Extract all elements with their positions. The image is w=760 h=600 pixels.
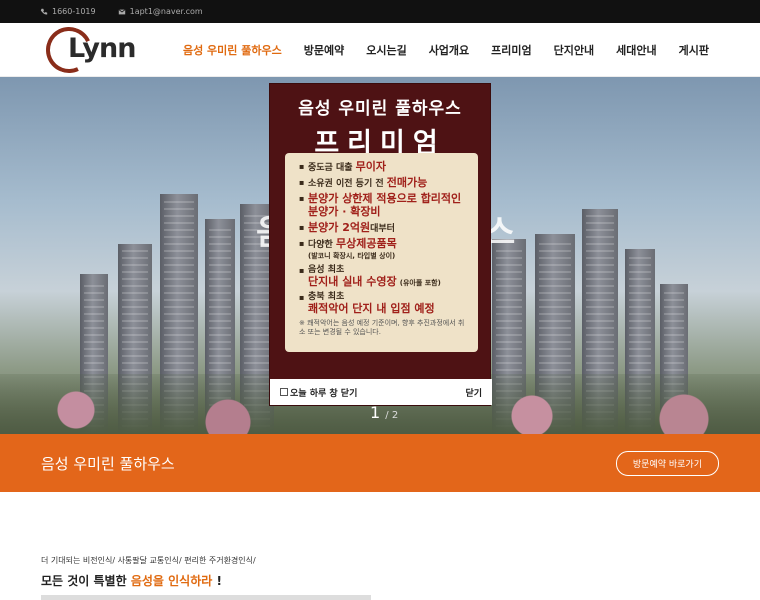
- benefit-item: 충북 최초 쾌적악어 단지 내 입점 예정: [299, 292, 470, 316]
- popup-title: 음성 우미린 풀하우스: [298, 99, 462, 119]
- intro-subtitle: 더 기대되는 비전인식/ 사통팔달 교통인식/ 편리한 주거환경인식/: [41, 556, 256, 565]
- benefit-item: 분양가 2억원대부터: [299, 222, 470, 235]
- orange-banner: 음성 우미린 풀하우스 방문예약 바로가기: [0, 434, 760, 492]
- email-info: 1apt1@naver.com: [118, 7, 203, 16]
- phone-number: 1660-1019: [52, 7, 96, 16]
- benefit-item: 음성 최초 단지내 실내 수영장 (유아풀 포함): [299, 265, 470, 289]
- nav-item-directions[interactable]: 오시는길: [355, 42, 417, 58]
- top-bar: 1660-1019 1apt1@naver.com: [0, 0, 760, 23]
- nav-item-visit[interactable]: 방문예약: [293, 42, 355, 58]
- phone-info: 1660-1019: [40, 7, 96, 16]
- intro-section: 더 기대되는 비전인식/ 사통팔달 교통인식/ 편리한 주거환경인식/ 모든 것…: [41, 555, 721, 600]
- site-logo[interactable]: Lynn: [39, 20, 136, 80]
- intro-image: [41, 595, 371, 600]
- site-header: Lynn 음성 우미린 풀하우스 방문예약 오시는길 사업개요 프리미엄 단지안…: [0, 20, 760, 80]
- popup-benefits-box: 중도금 대출 무이자 소유권 이전 등기 전 전매가능 분양가 상한제 적용으로…: [285, 153, 478, 352]
- nav-item-home[interactable]: 음성 우미린 풀하우스: [172, 42, 293, 58]
- logo-text: Lynn: [68, 33, 136, 64]
- nav-item-board[interactable]: 게시판: [668, 42, 720, 58]
- benefit-item: 다양한 무상제공품목(발코니 확장시, 타입별 상이): [299, 238, 470, 262]
- mail-icon: [118, 8, 126, 14]
- popup-close-button[interactable]: 닫기: [465, 386, 482, 399]
- popup-footer: 오늘 하루 창 닫기 닫기: [270, 379, 492, 405]
- nav-item-units[interactable]: 세대안내: [605, 42, 667, 58]
- checkbox-box[interactable]: [280, 388, 288, 396]
- promo-popup: 음성 우미린 풀하우스 프리미엄 중도금 대출 무이자 소유권 이전 등기 전 …: [269, 83, 492, 406]
- intro-headline: 모든 것이 특별한 음성을 인식하라 !: [41, 574, 222, 588]
- main-nav: 음성 우미린 풀하우스 방문예약 오시는길 사업개요 프리미엄 단지안내 세대안…: [172, 23, 720, 77]
- benefit-item: 분양가 상한제 적용으로 합리적인 분양가 · 확장비: [299, 193, 470, 219]
- dont-show-today-checkbox[interactable]: 오늘 하루 창 닫기: [280, 386, 357, 399]
- slide-total: / 2: [385, 410, 399, 421]
- nav-item-complex[interactable]: 단지안내: [543, 42, 605, 58]
- phone-icon: [40, 8, 48, 15]
- nav-item-overview[interactable]: 사업개요: [418, 42, 480, 58]
- popup-note: ※ 쾌적악어는 음성 예정 기준이며, 향후 추진과정에서 취소 또는 변경될 …: [299, 319, 465, 336]
- benefit-item: 소유권 이전 등기 전 전매가능: [299, 177, 470, 190]
- banner-title: 음성 우미린 풀하우스: [41, 454, 175, 473]
- nav-item-premium[interactable]: 프리미엄: [480, 42, 542, 58]
- visit-reservation-button[interactable]: 방문예약 바로가기: [615, 450, 719, 476]
- benefit-list: 중도금 대출 무이자 소유권 이전 등기 전 전매가능 분양가 상한제 적용으로…: [299, 161, 470, 316]
- dont-show-today-label: 오늘 하루 창 닫기: [290, 388, 358, 399]
- email-address: 1apt1@naver.com: [129, 7, 203, 16]
- benefit-item: 중도금 대출 무이자: [299, 161, 470, 174]
